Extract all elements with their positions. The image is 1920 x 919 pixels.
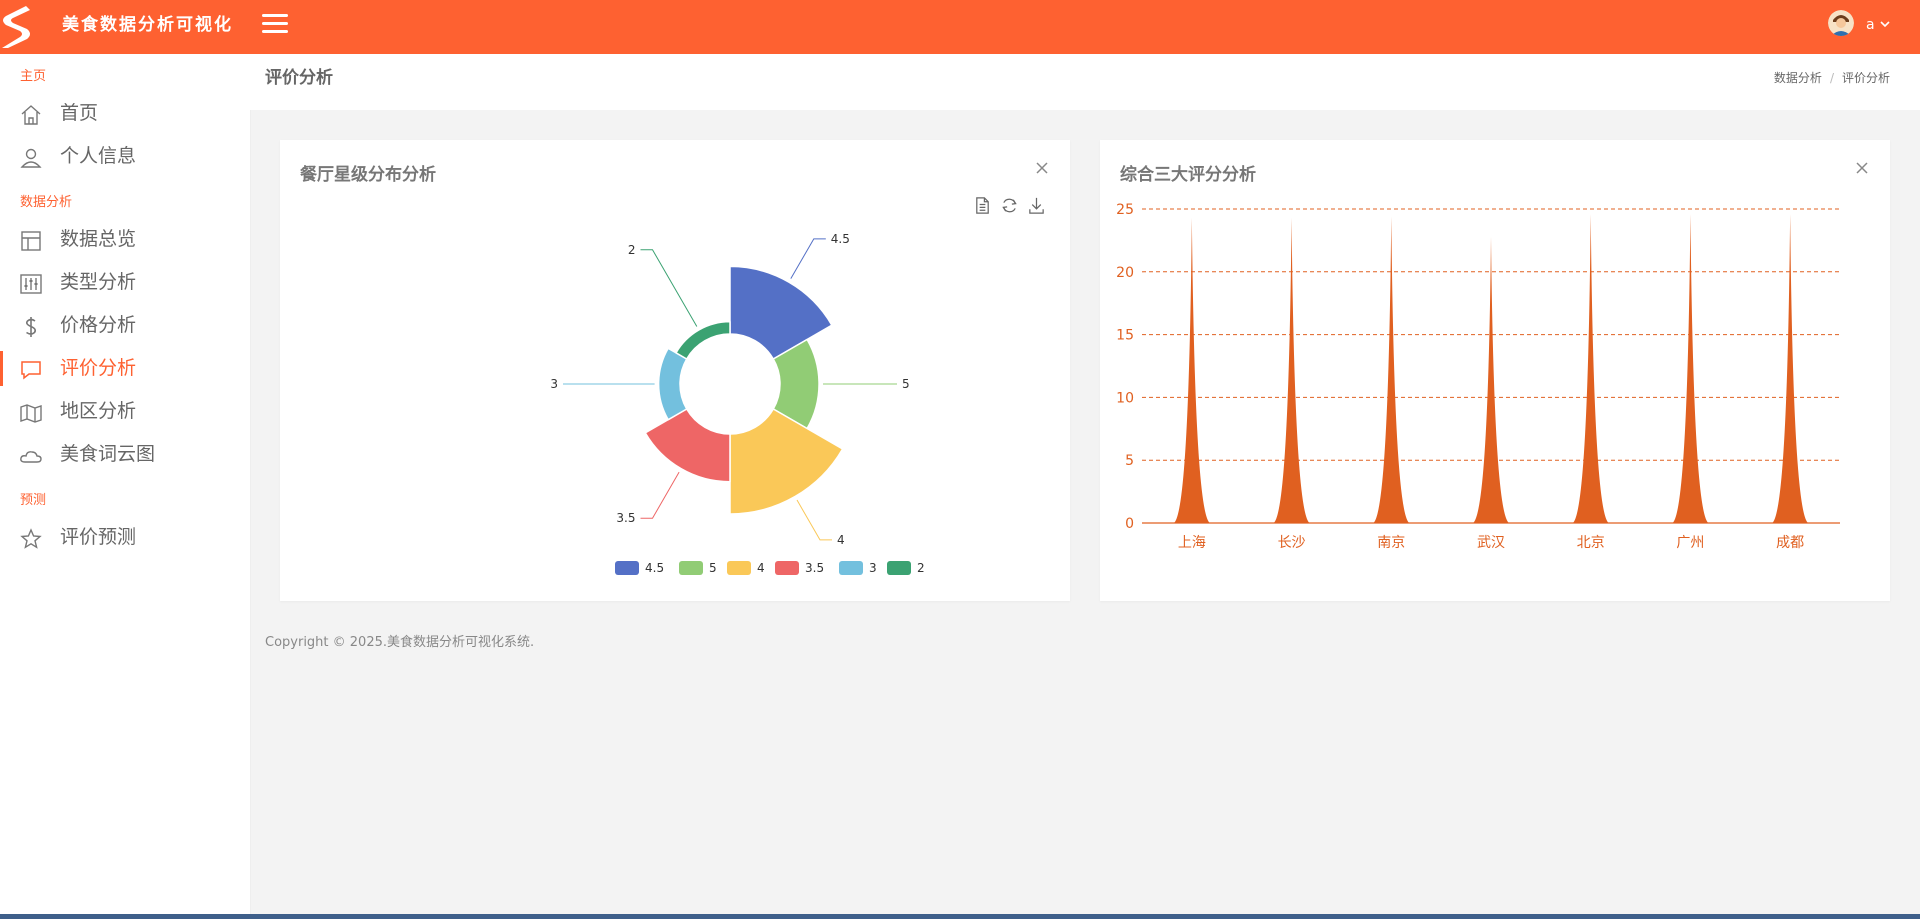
peak-南京[interactable] bbox=[1373, 216, 1410, 523]
sidebar-item-label: 地区分析 bbox=[60, 400, 137, 422]
x-tick-label: 武汉 bbox=[1477, 535, 1505, 551]
star-icon bbox=[20, 528, 42, 549]
sliders-icon bbox=[20, 274, 42, 294]
y-tick-label: 10 bbox=[1116, 390, 1134, 406]
avatar-icon bbox=[1828, 10, 1854, 36]
legend-swatch[interactable] bbox=[615, 561, 639, 575]
leader-line bbox=[640, 471, 680, 519]
legend-label[interactable]: 3 bbox=[869, 561, 877, 575]
map-icon bbox=[20, 404, 42, 423]
cloud-icon bbox=[20, 451, 42, 463]
legend-swatch[interactable] bbox=[775, 561, 799, 575]
slice-label: 3.5 bbox=[616, 511, 635, 525]
slice-label: 4 bbox=[837, 533, 845, 547]
sidebar-item-label: 评价分析 bbox=[60, 357, 137, 379]
sidebar-item-label: 个人信息 bbox=[60, 145, 137, 167]
y-tick-label: 5 bbox=[1125, 453, 1134, 469]
nav-group-home: 主页 bbox=[20, 69, 47, 84]
top-bar: 美食数据分析可视化 a bbox=[0, 0, 1920, 54]
breadcrumb-item-current: 评价分析 bbox=[1841, 71, 1890, 85]
legend-swatch[interactable] bbox=[727, 561, 751, 575]
rose-slice-4.5[interactable] bbox=[729, 265, 833, 360]
leader-line bbox=[796, 499, 832, 541]
y-tick-label: 25 bbox=[1116, 202, 1134, 218]
sidebar-item-wordcloud[interactable]: 美食词云图 bbox=[0, 433, 250, 476]
sidebar-item-label: 数据总览 bbox=[60, 228, 137, 250]
sidebar-item-label: 类型分析 bbox=[60, 271, 137, 293]
slice-label: 3 bbox=[550, 377, 558, 391]
peak-长沙[interactable] bbox=[1273, 217, 1310, 523]
bottom-border bbox=[0, 914, 1920, 919]
home-icon bbox=[21, 105, 41, 125]
sidebar-item-price-analysis[interactable]: 价格分析 bbox=[0, 304, 250, 347]
star-distribution-card: 餐厅星级分布分析 4.5 5 4 3.5 3 2 4.5 5 4 3.5 3 2 bbox=[280, 140, 1070, 601]
peak-成都[interactable] bbox=[1772, 214, 1809, 524]
peak-广州[interactable] bbox=[1672, 214, 1709, 524]
sidebar-item-overview[interactable]: 数据总览 bbox=[0, 218, 250, 261]
legend-label[interactable]: 3.5 bbox=[805, 561, 824, 575]
leader-line bbox=[640, 249, 698, 327]
legend-swatch[interactable] bbox=[887, 561, 911, 575]
rose-slice-4[interactable] bbox=[729, 408, 844, 515]
page-header: 评价分析 数据分析 / 评价分析 bbox=[250, 54, 1920, 110]
user-icon bbox=[20, 148, 42, 168]
breadcrumb-item[interactable]: 数据分析 bbox=[1774, 71, 1822, 85]
logo-icon bbox=[2, 6, 30, 48]
dollar-icon bbox=[25, 317, 37, 337]
rating-analysis-card: 综合三大评分分析 0 5 10 15 20 25 上海 长沙 南京 武汉 北京 广州 成都 bbox=[1100, 140, 1890, 601]
avatar[interactable] bbox=[1828, 10, 1854, 36]
nav-group-prediction: 预测 bbox=[20, 493, 47, 508]
peak-武汉[interactable] bbox=[1473, 236, 1509, 523]
peak-上海[interactable] bbox=[1173, 217, 1210, 523]
peak-chart: 0 5 10 15 20 25 上海 长沙 南京 武汉 北京 广州 成都 bbox=[1116, 202, 1840, 551]
sidebar-item-label: 首页 bbox=[60, 102, 99, 124]
slice-label: 2 bbox=[628, 243, 636, 257]
breadcrumb: 数据分析 / 评价分析 bbox=[1773, 71, 1890, 85]
x-tick-label: 北京 bbox=[1577, 535, 1605, 551]
nav-group-analysis: 数据分析 bbox=[20, 195, 73, 210]
user-name: a bbox=[1866, 17, 1875, 33]
peak-北京[interactable] bbox=[1572, 214, 1609, 524]
rose-chart: 4.5 5 4 3.5 3 2 4.5 5 4 3.5 3 2 bbox=[550, 232, 925, 575]
sidebar-item-home[interactable]: 首页 bbox=[0, 92, 250, 135]
slice-label: 5 bbox=[902, 377, 910, 391]
sidebar-item-review-analysis[interactable]: 评价分析 bbox=[0, 347, 250, 390]
leader-line bbox=[790, 238, 826, 279]
legend-label[interactable]: 4 bbox=[757, 561, 765, 575]
legend-label[interactable]: 5 bbox=[709, 561, 717, 575]
user-menu[interactable]: a bbox=[1866, 0, 1891, 50]
y-tick-label: 20 bbox=[1116, 265, 1134, 281]
sidebar-item-label: 评价预测 bbox=[60, 526, 137, 548]
sidebar-item-review-prediction[interactable]: 评价预测 bbox=[0, 516, 250, 559]
sidebar-item-type-analysis[interactable]: 类型分析 bbox=[0, 261, 250, 304]
layout-icon bbox=[21, 231, 41, 251]
footer-copyright: Copyright © 2025.美食数据分析可视化系统. bbox=[265, 635, 535, 650]
rose-slice-3[interactable] bbox=[657, 347, 688, 421]
legend-swatch[interactable] bbox=[839, 561, 863, 575]
comment-icon bbox=[21, 361, 41, 380]
rose-slice-3.5[interactable] bbox=[644, 408, 731, 483]
sidebar-item-region-analysis[interactable]: 地区分析 bbox=[0, 390, 250, 433]
x-tick-label: 广州 bbox=[1676, 535, 1704, 551]
slice-label: 4.5 bbox=[831, 232, 850, 246]
legend-swatch[interactable] bbox=[679, 561, 703, 575]
menu-toggle-button[interactable] bbox=[262, 14, 288, 38]
rose-slice-2[interactable] bbox=[675, 320, 731, 360]
y-tick-label: 15 bbox=[1116, 328, 1134, 344]
y-tick-label: 0 bbox=[1125, 516, 1134, 532]
x-tick-label: 上海 bbox=[1178, 535, 1206, 551]
legend-label[interactable]: 2 bbox=[917, 561, 925, 575]
app-title: 美食数据分析可视化 bbox=[62, 15, 233, 35]
x-tick-label: 成都 bbox=[1776, 535, 1804, 551]
page-title: 评价分析 bbox=[265, 68, 333, 88]
sidebar: 主页 首页 个人信息 数据分析 数据总览 类型分析 价格分析 评价分析 地区分析… bbox=[0, 54, 251, 915]
sidebar-item-label: 美食词云图 bbox=[60, 443, 156, 465]
chevron-down-icon bbox=[1880, 21, 1890, 28]
legend-label[interactable]: 4.5 bbox=[645, 561, 664, 575]
sidebar-item-profile[interactable]: 个人信息 bbox=[0, 135, 250, 178]
sidebar-item-label: 价格分析 bbox=[60, 314, 137, 336]
x-tick-label: 南京 bbox=[1377, 535, 1405, 551]
x-tick-label: 长沙 bbox=[1278, 535, 1306, 551]
